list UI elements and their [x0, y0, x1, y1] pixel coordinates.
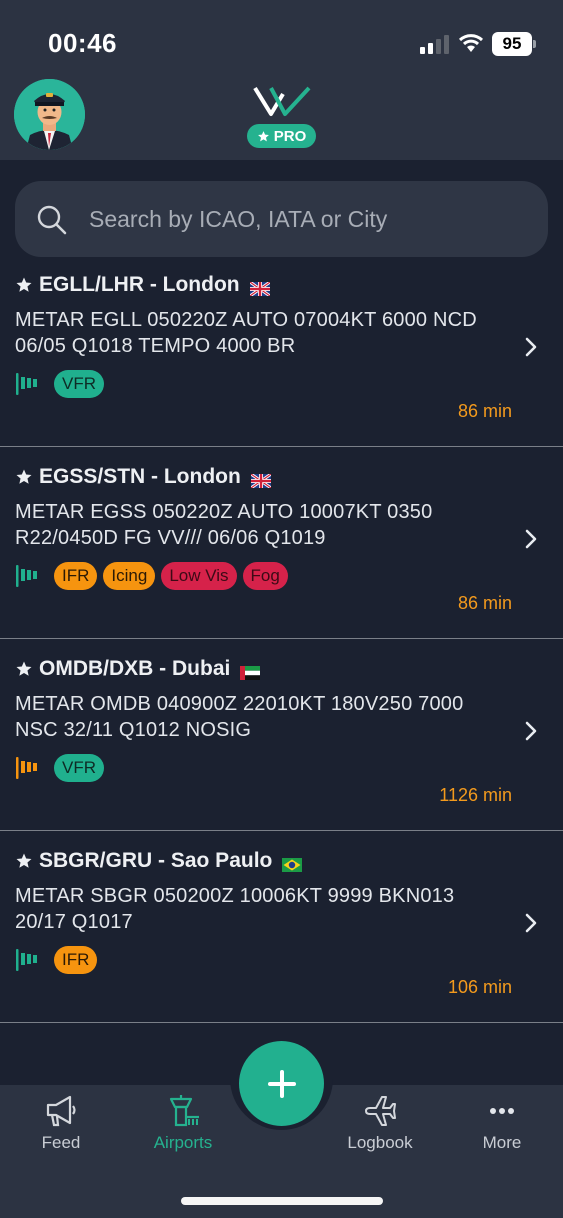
condition-tag: Fog — [242, 562, 288, 590]
airport-title: EGSS/STN - London — [15, 465, 272, 490]
tab-more-label: More — [482, 1133, 522, 1152]
condition-tag: Low Vis — [161, 562, 237, 590]
favorite-star-icon[interactable] — [15, 660, 33, 678]
airport-title: EGLL/LHR - London — [15, 273, 271, 298]
star-icon — [257, 130, 269, 141]
metar-text: METAR EGSS 050220Z AUTO 10007KT 0350 R22… — [15, 501, 433, 549]
pro-badge: PRO — [247, 124, 316, 148]
windsock-icon — [16, 373, 37, 395]
airport-name: OMDB/DXB - Dubai — [39, 657, 231, 680]
chevron-right-icon[interactable] — [522, 911, 540, 935]
windsock-icon — [16, 757, 37, 779]
uk-flag-icon — [248, 278, 271, 298]
tab-airports[interactable]: Airports — [133, 1093, 233, 1157]
pro-label: PRO — [273, 127, 307, 145]
wifi-icon — [458, 34, 484, 52]
condition-tag: IFR — [54, 562, 98, 590]
status-time: 00:46 — [48, 28, 117, 58]
metar-age: 86 min — [457, 401, 512, 421]
search-input[interactable] — [89, 181, 529, 257]
chevron-right-icon[interactable] — [522, 335, 540, 359]
megaphone-icon — [46, 1095, 76, 1127]
metar-age: 1126 min — [439, 785, 512, 805]
metar-age: 106 min — [447, 977, 512, 997]
condition-tag: VFR — [54, 754, 104, 782]
plus-icon — [267, 1069, 296, 1098]
tab-logbook[interactable]: Logbook — [330, 1093, 430, 1157]
tab-more[interactable]: More — [452, 1093, 552, 1157]
uae-flag-icon — [240, 662, 261, 680]
condition-tags: IFR — [15, 945, 98, 975]
condition-tag: IFR — [54, 946, 98, 974]
pilot-avatar-icon[interactable] — [14, 79, 85, 150]
cellular-signal-icon — [420, 35, 449, 54]
airport-name: EGSS/STN - London — [39, 465, 241, 488]
app-logo-icon — [253, 86, 311, 116]
more-dots-icon — [490, 1108, 514, 1114]
metar-text: METAR OMDB 040900Z 22010KT 180V250 7000 … — [15, 693, 464, 741]
metar-text: METAR EGLL 050220Z AUTO 07004KT 6000 NCD… — [15, 309, 477, 357]
battery-indicator: 95 — [492, 32, 536, 56]
airport-title: SBGR/GRU - Sao Paulo — [15, 849, 303, 873]
chevron-right-icon[interactable] — [522, 719, 540, 743]
condition-tags: VFR — [15, 369, 104, 399]
windsock-icon — [16, 949, 37, 971]
favorite-star-icon[interactable] — [15, 276, 33, 294]
metar-text: METAR SBGR 050200Z 10006KT 9999 BKN013 2… — [15, 885, 455, 933]
airport-card[interactable]: EGLL/LHR - London METAR EGLL 050220Z AUT… — [0, 257, 563, 447]
search-icon — [37, 205, 67, 235]
battery-level: 95 — [492, 32, 532, 56]
condition-tags: IFR Icing Low Vis Fog — [15, 561, 288, 591]
tab-feed[interactable]: Feed — [11, 1093, 111, 1157]
home-indicator — [181, 1197, 383, 1205]
chevron-right-icon[interactable] — [522, 527, 540, 551]
condition-tag: Icing — [103, 562, 156, 590]
airport-card[interactable]: EGSS/STN - London METAR EGSS 050220Z AUT… — [0, 449, 563, 639]
favorite-star-icon[interactable] — [15, 852, 33, 870]
airport-card[interactable]: SBGR/GRU - Sao Paulo METAR SBGR 050200Z … — [0, 833, 563, 1023]
airplane-icon — [365, 1096, 396, 1126]
tab-logbook-label: Logbook — [347, 1133, 413, 1152]
favorite-star-icon[interactable] — [15, 468, 33, 486]
uk-flag-icon — [249, 470, 272, 490]
add-button[interactable] — [239, 1041, 324, 1126]
tab-feed-label: Feed — [41, 1133, 81, 1152]
metar-age: 86 min — [457, 593, 512, 613]
tab-airports-label: Airports — [153, 1133, 213, 1152]
airport-title: OMDB/DXB - Dubai — [15, 657, 261, 681]
airport-name: EGLL/LHR - London — [39, 273, 240, 296]
condition-tags: VFR — [15, 753, 104, 783]
windsock-icon — [16, 565, 37, 587]
status-bar: 00:46 95 — [0, 0, 563, 80]
brazil-flag-icon — [282, 854, 303, 872]
control-tower-icon — [169, 1095, 199, 1127]
condition-tag: VFR — [54, 370, 104, 398]
search-bar[interactable] — [15, 181, 548, 257]
airport-card[interactable]: OMDB/DXB - Dubai METAR OMDB 040900Z 2201… — [0, 641, 563, 831]
airport-name: SBGR/GRU - Sao Paulo — [39, 849, 273, 872]
